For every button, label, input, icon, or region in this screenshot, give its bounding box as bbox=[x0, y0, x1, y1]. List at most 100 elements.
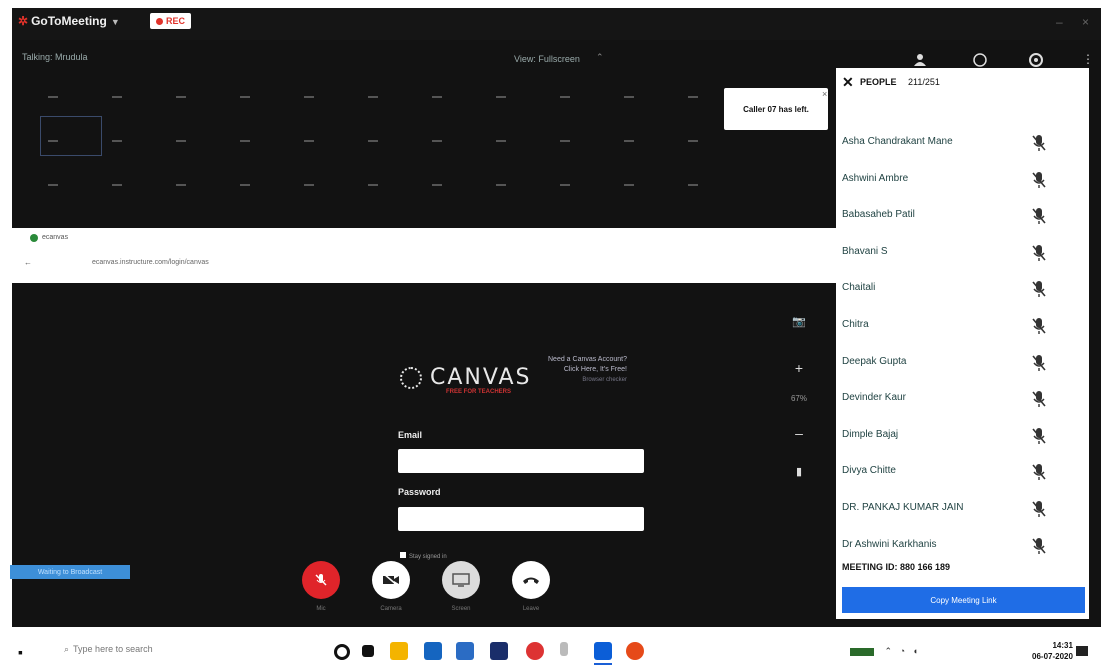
taskbar-search[interactable]: ⌕ Type here to search bbox=[64, 644, 153, 655]
mic-muted-icon[interactable] bbox=[1032, 317, 1046, 335]
system-clock[interactable]: 14:31 06-07-2020 bbox=[1032, 640, 1073, 662]
view-selector[interactable]: View: Fullscreen bbox=[514, 54, 580, 64]
attendee-tile[interactable] bbox=[688, 140, 698, 142]
gotomeeting-app-icon[interactable] bbox=[594, 642, 612, 660]
attendee-tile[interactable] bbox=[48, 184, 58, 186]
participant-row[interactable]: Bhavani S bbox=[842, 244, 1072, 264]
participant-row[interactable]: Dimple Bajaj bbox=[842, 427, 1072, 447]
attendee-tile[interactable] bbox=[560, 96, 570, 98]
attendee-tile[interactable] bbox=[240, 140, 250, 142]
attendee-tile[interactable] bbox=[240, 184, 250, 186]
zoom-out-icon[interactable]: – bbox=[787, 425, 811, 441]
leave-button[interactable] bbox=[512, 561, 550, 599]
checkbox-icon[interactable] bbox=[400, 552, 406, 558]
mic-muted-icon[interactable] bbox=[1032, 500, 1046, 518]
mic-button[interactable] bbox=[302, 561, 340, 599]
browser-tab[interactable]: ecanvas bbox=[42, 234, 68, 241]
chevron-down-icon[interactable]: ▼ bbox=[111, 17, 120, 27]
close-icon[interactable]: × bbox=[1082, 15, 1089, 29]
email-field[interactable] bbox=[398, 449, 644, 473]
address-bar[interactable]: ecanvas.instructure.com/login/canvas bbox=[92, 259, 209, 266]
app-l-icon[interactable] bbox=[456, 642, 474, 660]
attendee-tile[interactable] bbox=[560, 140, 570, 142]
screen-button[interactable] bbox=[442, 561, 480, 599]
back-arrow-icon[interactable]: ← bbox=[24, 258, 32, 267]
recording-badge[interactable]: REC bbox=[150, 13, 192, 29]
mobile-icon[interactable]: ▮ bbox=[787, 465, 811, 478]
camera-icon[interactable]: 📷 bbox=[787, 315, 811, 328]
wifi-icon[interactable]: ◔ bbox=[900, 646, 905, 656]
participant-row[interactable]: Dr Ashwini Karkhanis bbox=[842, 537, 1072, 557]
participant-row[interactable]: Ashwini Ambre bbox=[842, 171, 1072, 191]
mic-muted-icon[interactable] bbox=[1032, 280, 1046, 298]
file-explorer-icon[interactable] bbox=[390, 642, 408, 660]
attendee-tile[interactable] bbox=[112, 96, 122, 98]
attendee-tile[interactable] bbox=[304, 96, 314, 98]
zoom-in-icon[interactable]: + bbox=[787, 360, 811, 376]
attendee-tile[interactable] bbox=[368, 96, 378, 98]
attendee-tile[interactable] bbox=[624, 140, 634, 142]
store-icon[interactable] bbox=[424, 642, 442, 660]
attendee-tile[interactable] bbox=[432, 140, 442, 142]
app-logo[interactable]: ✲ GoToMeeting ▼ bbox=[18, 14, 120, 28]
participant-row[interactable]: Devinder Kaur bbox=[842, 390, 1072, 410]
attendee-tile[interactable] bbox=[112, 140, 122, 142]
waiting-broadcast-button[interactable]: Waiting to Broadcast bbox=[10, 565, 130, 579]
attendee-tile[interactable] bbox=[560, 184, 570, 186]
attendee-tile[interactable] bbox=[304, 184, 314, 186]
windows-start-icon[interactable]: ▪ bbox=[18, 644, 23, 660]
cortana-icon[interactable] bbox=[334, 644, 350, 660]
attendee-tile[interactable] bbox=[688, 96, 698, 98]
panel-scrollbar[interactable] bbox=[1082, 108, 1086, 548]
settings-app-icon[interactable] bbox=[560, 642, 568, 656]
stay-signed-in[interactable]: Stay signed in bbox=[400, 552, 447, 560]
task-view-icon[interactable] bbox=[362, 645, 374, 657]
attendee-tile[interactable] bbox=[432, 96, 442, 98]
attendee-tile[interactable] bbox=[432, 184, 442, 186]
mic-muted-icon[interactable] bbox=[1032, 463, 1046, 481]
attendee-tile[interactable] bbox=[176, 184, 186, 186]
attendee-tile[interactable] bbox=[624, 96, 634, 98]
attendee-tile[interactable] bbox=[368, 140, 378, 142]
chrome-icon[interactable] bbox=[526, 642, 544, 660]
mic-muted-icon[interactable] bbox=[1032, 171, 1046, 189]
attendee-tile[interactable] bbox=[240, 96, 250, 98]
attendee-tile[interactable] bbox=[48, 96, 58, 98]
attendee-tile[interactable] bbox=[176, 140, 186, 142]
attendee-tile[interactable] bbox=[176, 96, 186, 98]
mic-muted-icon[interactable] bbox=[1032, 427, 1046, 445]
password-field[interactable] bbox=[398, 507, 644, 531]
participant-row[interactable]: Babasaheb Patil bbox=[842, 207, 1072, 227]
more-options-icon[interactable]: ⋮ bbox=[1082, 52, 1094, 66]
attendee-tile[interactable] bbox=[304, 140, 314, 142]
mic-muted-icon[interactable] bbox=[1032, 244, 1046, 262]
attendee-tile[interactable] bbox=[496, 140, 506, 142]
mic-muted-icon[interactable] bbox=[1032, 134, 1046, 152]
participant-row[interactable]: Chaitali bbox=[842, 280, 1072, 300]
mic-muted-icon[interactable] bbox=[1032, 390, 1046, 408]
mail-icon[interactable] bbox=[490, 642, 508, 660]
notifications-icon[interactable] bbox=[1076, 646, 1088, 656]
participant-row[interactable]: Chitra bbox=[842, 317, 1072, 337]
selected-attendee-tile[interactable] bbox=[40, 116, 102, 156]
close-panel-icon[interactable]: ✕ bbox=[842, 74, 854, 91]
copy-meeting-link-button[interactable]: Copy Meeting Link bbox=[842, 587, 1085, 613]
volume-icon[interactable]: ◖ bbox=[913, 646, 918, 656]
attendee-tile[interactable] bbox=[624, 184, 634, 186]
participant-row[interactable]: Asha Chandrakant Mane bbox=[842, 134, 1072, 154]
attendee-tile[interactable] bbox=[688, 184, 698, 186]
chevron-updown-icon[interactable]: ⌃ bbox=[596, 52, 604, 63]
attendee-tile[interactable] bbox=[496, 96, 506, 98]
click-here-link[interactable]: Click Here, It's Free! bbox=[548, 365, 627, 375]
camera-button[interactable] bbox=[372, 561, 410, 599]
participant-row[interactable]: Deepak Gupta bbox=[842, 354, 1072, 374]
participant-row[interactable]: Divya Chitte bbox=[842, 463, 1072, 483]
chevron-up-icon[interactable]: ⌃ bbox=[885, 646, 893, 656]
attendee-tile[interactable] bbox=[112, 184, 122, 186]
mic-muted-icon[interactable] bbox=[1032, 207, 1046, 225]
mic-muted-icon[interactable] bbox=[1032, 354, 1046, 372]
attendee-tile[interactable] bbox=[496, 184, 506, 186]
mic-muted-icon[interactable] bbox=[1032, 537, 1046, 555]
browser-checker-link[interactable]: Browser checker bbox=[548, 375, 627, 385]
minimize-icon[interactable]: – bbox=[1056, 15, 1063, 29]
